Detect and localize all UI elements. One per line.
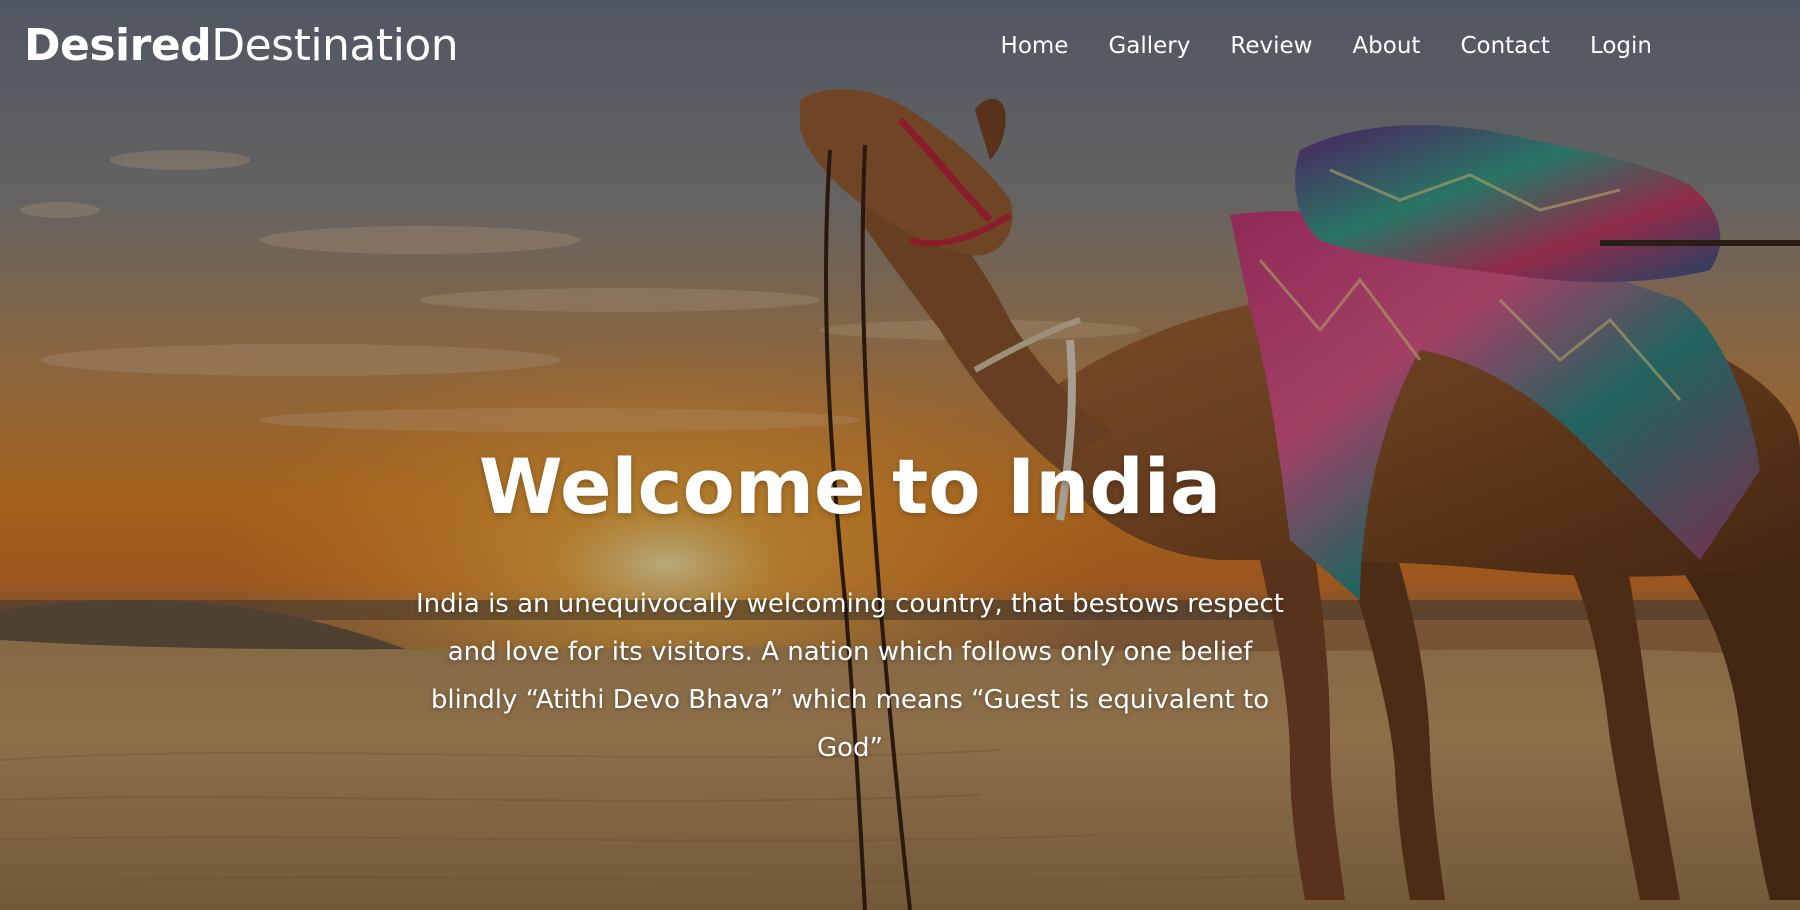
nav-item-contact: Contact bbox=[1440, 28, 1569, 64]
nav-link-gallery[interactable]: Gallery bbox=[1088, 28, 1210, 64]
nav-link-review[interactable]: Review bbox=[1210, 28, 1332, 64]
nav-item-gallery: Gallery bbox=[1088, 28, 1210, 64]
nav-item-login: Login bbox=[1570, 28, 1672, 64]
brand-logo-bold-text: Desired bbox=[24, 20, 212, 71]
hero-title: Welcome to India bbox=[478, 442, 1222, 531]
brand-logo-light-text: Destination bbox=[211, 20, 459, 71]
nav-links: Home Gallery Review About Contact Login bbox=[981, 28, 1672, 64]
nav-item-review: Review bbox=[1210, 28, 1332, 64]
navbar: DesiredDestination Home Gallery Review A… bbox=[0, 0, 1800, 92]
nav-link-home[interactable]: Home bbox=[981, 28, 1089, 64]
nav-link-login[interactable]: Login bbox=[1570, 28, 1672, 64]
nav-link-contact[interactable]: Contact bbox=[1440, 28, 1569, 64]
nav-item-about: About bbox=[1332, 28, 1440, 64]
brand-logo[interactable]: DesiredDestination bbox=[24, 18, 459, 74]
nav-link-about[interactable]: About bbox=[1332, 28, 1440, 64]
hero-content: Welcome to India India is an unequivocal… bbox=[410, 432, 1290, 772]
hero-description: India is an unequivocally welcoming coun… bbox=[416, 589, 1284, 763]
nav-item-home: Home bbox=[981, 28, 1089, 64]
hero-section: DesiredDestination Home Gallery Review A… bbox=[0, 0, 1800, 910]
